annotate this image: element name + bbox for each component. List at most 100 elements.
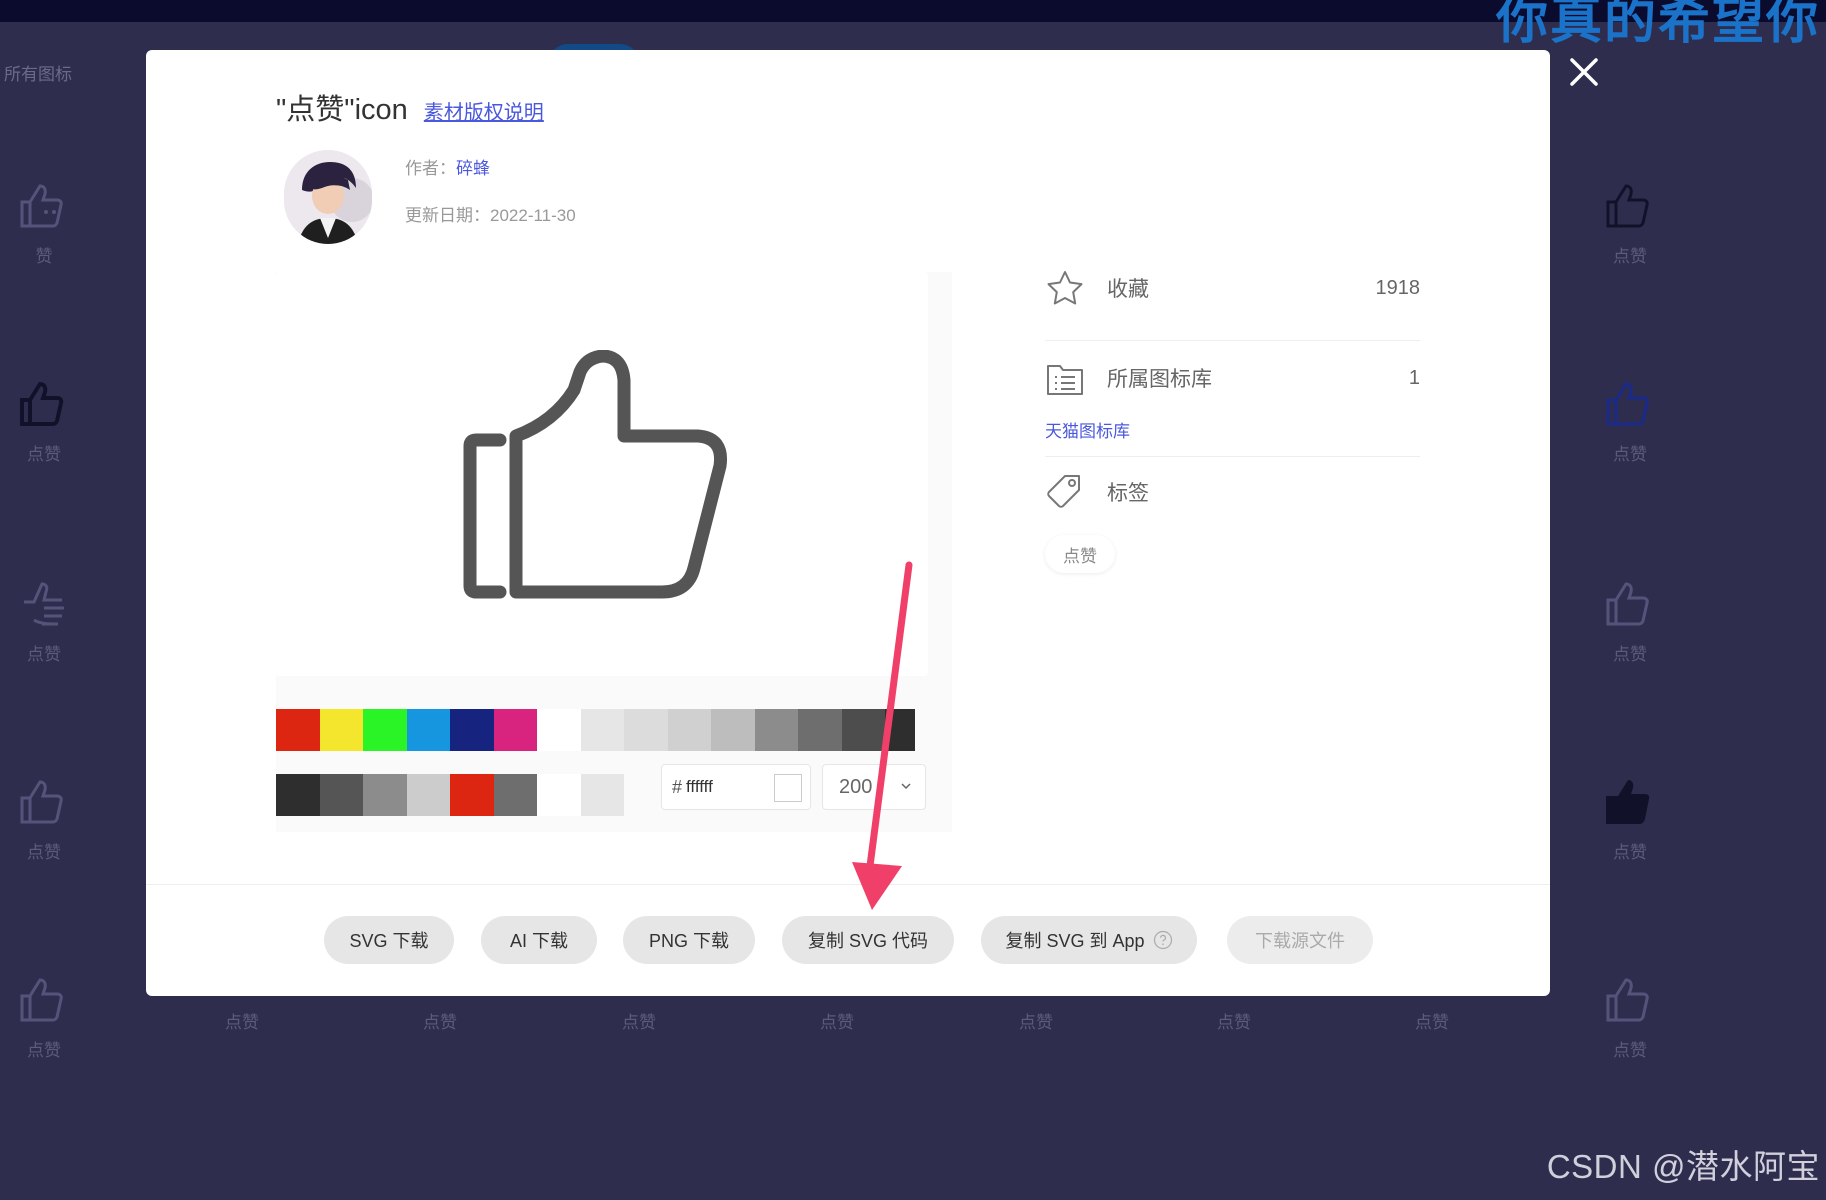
background-icon-cell[interactable]: 赞	[0, 178, 104, 298]
color-swatch[interactable]	[798, 709, 842, 751]
color-swatch[interactable]	[841, 709, 885, 751]
library-list-icon	[1047, 365, 1083, 395]
thumbs-up-icon	[1606, 978, 1649, 1022]
hex-hash-symbol: #	[672, 776, 683, 797]
color-swatch[interactable]	[406, 774, 450, 816]
thumbs-up-icon	[1606, 382, 1649, 426]
background-icon-label: 点赞	[1613, 445, 1647, 464]
color-swatch[interactable]	[450, 709, 494, 751]
svg-download-button[interactable]: SVG 下载	[324, 916, 454, 964]
color-swatch[interactable]	[363, 709, 407, 751]
modal-title-row: "点赞"icon 素材版权说明	[276, 86, 544, 128]
star-icon	[1047, 271, 1083, 305]
background-icon-cell[interactable]: 点赞	[0, 774, 104, 894]
download-source-button[interactable]: 下载源文件	[1227, 916, 1373, 964]
icon-preview-panel: # ffffff 200	[276, 272, 952, 832]
color-swatch[interactable]	[537, 774, 581, 816]
thumbs-up-icon	[1606, 780, 1650, 824]
color-swatch[interactable]	[754, 709, 798, 751]
background-icon-cell[interactable]: 点赞	[182, 1000, 302, 1080]
favorites-row[interactable]: 收藏 1918	[1045, 268, 1420, 308]
color-swatch[interactable]	[711, 709, 755, 751]
info-divider	[1045, 340, 1420, 341]
icon-detail-modal: "点赞"icon 素材版权说明 作者：碎蜂 更新日期：2022-11-30 # …	[146, 50, 1550, 996]
copy-svg-to-app-label: 复制 SVG 到 App	[1005, 931, 1145, 951]
color-swatch[interactable]	[319, 709, 363, 751]
color-swatch[interactable]	[537, 709, 581, 751]
color-swatch[interactable]	[624, 709, 668, 751]
background-icon-label: 点赞	[423, 1013, 457, 1032]
background-icon-label: 点赞	[820, 1013, 854, 1032]
library-row: 所属图标库 1	[1045, 358, 1420, 398]
copyright-link[interactable]: 素材版权说明	[424, 96, 544, 125]
background-icon-cell[interactable]: 点赞	[0, 376, 104, 496]
background-all-icons-tab[interactable]: 所有图标	[4, 60, 72, 85]
hex-color-input[interactable]: # ffffff	[661, 764, 811, 810]
csdn-watermark: CSDN @潜水阿宝	[1546, 1148, 1820, 1185]
background-icon-label: 点赞	[1415, 1013, 1449, 1032]
color-swatch[interactable]	[493, 774, 537, 816]
background-icon-label: 点赞	[225, 1013, 259, 1032]
footer-divider	[146, 884, 1550, 885]
color-swatch[interactable]	[406, 709, 450, 751]
color-swatch[interactable]	[276, 709, 320, 751]
thumbs-up-icon	[20, 780, 63, 824]
background-icon-cell[interactable]: 点赞	[1570, 576, 1690, 696]
author-name-link[interactable]: 碎蜂	[456, 159, 490, 178]
thumbs-up-icon	[24, 582, 64, 626]
library-link[interactable]: 天猫图标库	[1045, 417, 1130, 442]
background-icon-label: 点赞	[1613, 843, 1647, 862]
color-swatch[interactable]	[363, 774, 407, 816]
help-circle-icon[interactable]	[1153, 930, 1173, 950]
color-swatch[interactable]	[885, 709, 915, 751]
color-picker-box[interactable]	[774, 774, 802, 802]
background-icon-label: 点赞	[1613, 1041, 1647, 1060]
info-divider	[1045, 456, 1420, 457]
copy-svg-code-button[interactable]: 复制 SVG 代码	[782, 916, 954, 964]
color-swatch[interactable]	[319, 774, 363, 816]
background-icon-label: 点赞	[622, 1013, 656, 1032]
tag-chip[interactable]: 点赞	[1045, 535, 1115, 573]
background-icon-cell[interactable]: 点赞	[1570, 376, 1690, 496]
background-icon-cell[interactable]: 点赞	[0, 576, 104, 696]
thumbs-up-icon	[20, 978, 63, 1022]
thumbs-up-icon	[463, 350, 728, 599]
background-headline: 你真的希望你	[1495, 0, 1820, 50]
background-icon-cell[interactable]: 点赞	[1570, 774, 1690, 894]
update-date-label: 更新日期：	[405, 206, 490, 225]
update-date-value: 2022-11-30	[490, 206, 576, 225]
thumbs-up-icon	[1606, 184, 1649, 228]
background-icon-cell[interactable]: 点赞	[1570, 972, 1690, 1092]
close-button[interactable]	[1560, 48, 1608, 96]
background-icon-cell[interactable]: 点赞	[380, 1000, 500, 1080]
author-avatar[interactable]	[284, 150, 372, 244]
background-icon-label: 点赞	[27, 1041, 61, 1060]
color-swatch[interactable]	[667, 709, 711, 751]
close-icon	[1570, 58, 1598, 86]
author-label: 作者：	[405, 159, 456, 178]
background-icon-cell[interactable]: 点赞	[579, 1000, 699, 1080]
color-swatch[interactable]	[450, 774, 494, 816]
background-icon-cell[interactable]: 点赞	[777, 1000, 897, 1080]
color-swatch[interactable]	[580, 709, 624, 751]
background-icon-label: 点赞	[1217, 1013, 1251, 1032]
size-value: 200	[839, 775, 873, 798]
thumbs-up-icon	[20, 381, 64, 426]
size-select[interactable]: 200	[822, 764, 926, 810]
background-icon-cell[interactable]: 点赞	[1570, 178, 1690, 298]
color-swatch[interactable]	[493, 709, 537, 751]
ai-download-button[interactable]: AI 下载	[481, 916, 597, 964]
copy-svg-to-app-button[interactable]: 复制 SVG 到 App	[981, 916, 1197, 964]
color-swatch[interactable]	[276, 774, 320, 816]
png-download-button[interactable]: PNG 下载	[623, 916, 755, 964]
background-icon-label: 赞	[35, 247, 53, 266]
background-icon-cell[interactable]: 点赞	[0, 972, 104, 1092]
background-icon-cell[interactable]: 点赞	[976, 1000, 1096, 1080]
color-swatch[interactable]	[580, 774, 624, 816]
background-icon-cell[interactable]: 点赞	[1372, 1000, 1492, 1080]
library-count: 1	[1408, 366, 1420, 389]
hex-color-value[interactable]: ffffff	[686, 777, 766, 797]
icon-preview-box	[276, 272, 928, 676]
background-icon-cell[interactable]: 点赞	[1174, 1000, 1294, 1080]
favorites-count: 1918	[1375, 276, 1421, 299]
